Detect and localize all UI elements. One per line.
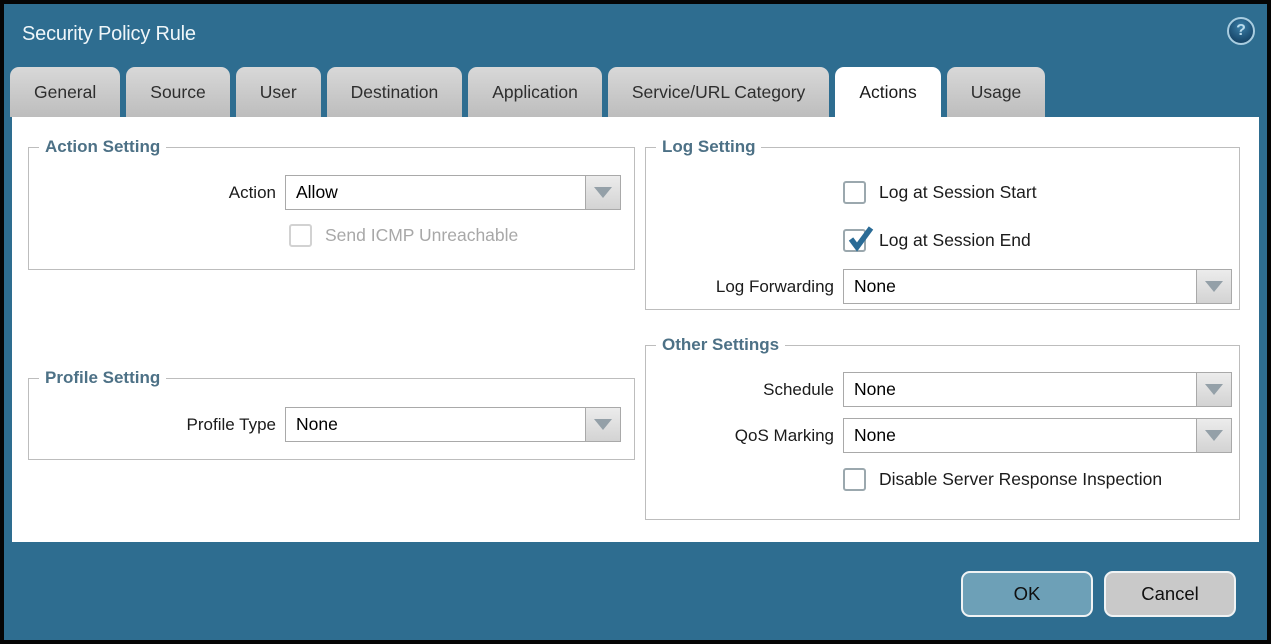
security-policy-rule-dialog: Security Policy Rule ? General Source Us… bbox=[0, 0, 1271, 644]
profile-type-dropdown[interactable]: None bbox=[285, 407, 621, 442]
chevron-down-icon bbox=[594, 187, 612, 198]
tab-source[interactable]: Source bbox=[126, 67, 229, 117]
log-forwarding-row: Log Forwarding None bbox=[646, 269, 1239, 304]
chevron-down-icon bbox=[1205, 384, 1223, 395]
log-forwarding-label: Log Forwarding bbox=[646, 277, 843, 297]
schedule-row: Schedule None bbox=[646, 372, 1239, 407]
qos-marking-dropdown-value: None bbox=[844, 419, 1196, 452]
action-setting-legend: Action Setting bbox=[39, 137, 166, 157]
log-at-session-start-checkbox[interactable] bbox=[843, 181, 866, 204]
chevron-down-icon bbox=[594, 419, 612, 430]
schedule-label: Schedule bbox=[646, 380, 843, 400]
tab-destination[interactable]: Destination bbox=[327, 67, 463, 117]
tab-general[interactable]: General bbox=[10, 67, 120, 117]
profile-type-label: Profile Type bbox=[29, 415, 285, 435]
tab-label: General bbox=[34, 82, 96, 103]
disable-sri-row: Disable Server Response Inspection bbox=[843, 468, 1162, 491]
tab-label: Usage bbox=[971, 82, 1022, 103]
tab-label: User bbox=[260, 82, 297, 103]
log-at-session-start-label: Log at Session Start bbox=[879, 182, 1037, 203]
help-icon[interactable]: ? bbox=[1227, 17, 1255, 45]
send-icmp-unreachable-label: Send ICMP Unreachable bbox=[325, 225, 518, 246]
content-panel: Action Setting Action Allow Send ICMP Un… bbox=[12, 117, 1259, 542]
other-settings-group: Other Settings Schedule None QoS Marking… bbox=[645, 345, 1240, 520]
chevron-down-icon bbox=[1205, 430, 1223, 441]
qos-marking-label: QoS Marking bbox=[646, 426, 843, 446]
tab-service-url-category[interactable]: Service/URL Category bbox=[608, 67, 829, 117]
cancel-button[interactable]: Cancel bbox=[1104, 571, 1236, 617]
log-setting-legend: Log Setting bbox=[656, 137, 761, 157]
dialog-footer: OK Cancel bbox=[4, 542, 1267, 640]
dialog-title: Security Policy Rule bbox=[22, 23, 196, 46]
tab-label: Destination bbox=[351, 82, 439, 103]
log-at-session-end-label: Log at Session End bbox=[879, 230, 1031, 251]
qos-marking-dropdown-button[interactable] bbox=[1196, 419, 1231, 452]
profile-type-row: Profile Type None bbox=[29, 407, 634, 442]
log-setting-group: Log Setting Log at Session Start Log at … bbox=[645, 147, 1240, 310]
send-icmp-unreachable-checkbox[interactable] bbox=[289, 224, 312, 247]
action-dropdown-button[interactable] bbox=[585, 176, 620, 209]
dialog-titlebar: Security Policy Rule ? bbox=[4, 4, 1267, 67]
qos-marking-dropdown[interactable]: None bbox=[843, 418, 1232, 453]
question-mark-glyph: ? bbox=[1236, 22, 1246, 40]
tab-label: Actions bbox=[859, 82, 916, 103]
tab-label: Application bbox=[492, 82, 578, 103]
other-settings-legend: Other Settings bbox=[656, 335, 785, 355]
log-at-session-end-checkbox[interactable] bbox=[843, 229, 866, 252]
checkmark-icon bbox=[845, 224, 875, 254]
profile-type-dropdown-button[interactable] bbox=[585, 408, 620, 441]
qos-marking-row: QoS Marking None bbox=[646, 418, 1239, 453]
log-forwarding-dropdown-button[interactable] bbox=[1196, 270, 1231, 303]
schedule-dropdown-button[interactable] bbox=[1196, 373, 1231, 406]
disable-server-response-inspection-checkbox[interactable] bbox=[843, 468, 866, 491]
tab-label: Source bbox=[150, 82, 205, 103]
profile-type-dropdown-value: None bbox=[286, 408, 585, 441]
log-session-end-row: Log at Session End bbox=[843, 229, 1031, 252]
log-forwarding-dropdown[interactable]: None bbox=[843, 269, 1232, 304]
action-dropdown[interactable]: Allow bbox=[285, 175, 621, 210]
tab-application[interactable]: Application bbox=[468, 67, 602, 117]
log-session-start-row: Log at Session Start bbox=[843, 181, 1037, 204]
tab-bar: General Source User Destination Applicat… bbox=[4, 67, 1267, 117]
action-dropdown-value: Allow bbox=[286, 176, 585, 209]
disable-server-response-inspection-label: Disable Server Response Inspection bbox=[879, 469, 1162, 490]
tab-usage[interactable]: Usage bbox=[947, 67, 1046, 117]
chevron-down-icon bbox=[1205, 281, 1223, 292]
send-icmp-unreachable-row: Send ICMP Unreachable bbox=[289, 224, 518, 247]
ok-button[interactable]: OK bbox=[961, 571, 1093, 617]
schedule-dropdown[interactable]: None bbox=[843, 372, 1232, 407]
action-label: Action bbox=[29, 183, 285, 203]
profile-setting-group: Profile Setting Profile Type None bbox=[28, 378, 635, 460]
action-setting-group: Action Setting Action Allow Send ICMP Un… bbox=[28, 147, 635, 270]
schedule-dropdown-value: None bbox=[844, 373, 1196, 406]
profile-setting-legend: Profile Setting bbox=[39, 368, 166, 388]
log-forwarding-dropdown-value: None bbox=[844, 270, 1196, 303]
tab-user[interactable]: User bbox=[236, 67, 321, 117]
action-row: Action Allow bbox=[29, 175, 634, 210]
tab-label: Service/URL Category bbox=[632, 82, 805, 103]
tab-actions[interactable]: Actions bbox=[835, 67, 940, 117]
